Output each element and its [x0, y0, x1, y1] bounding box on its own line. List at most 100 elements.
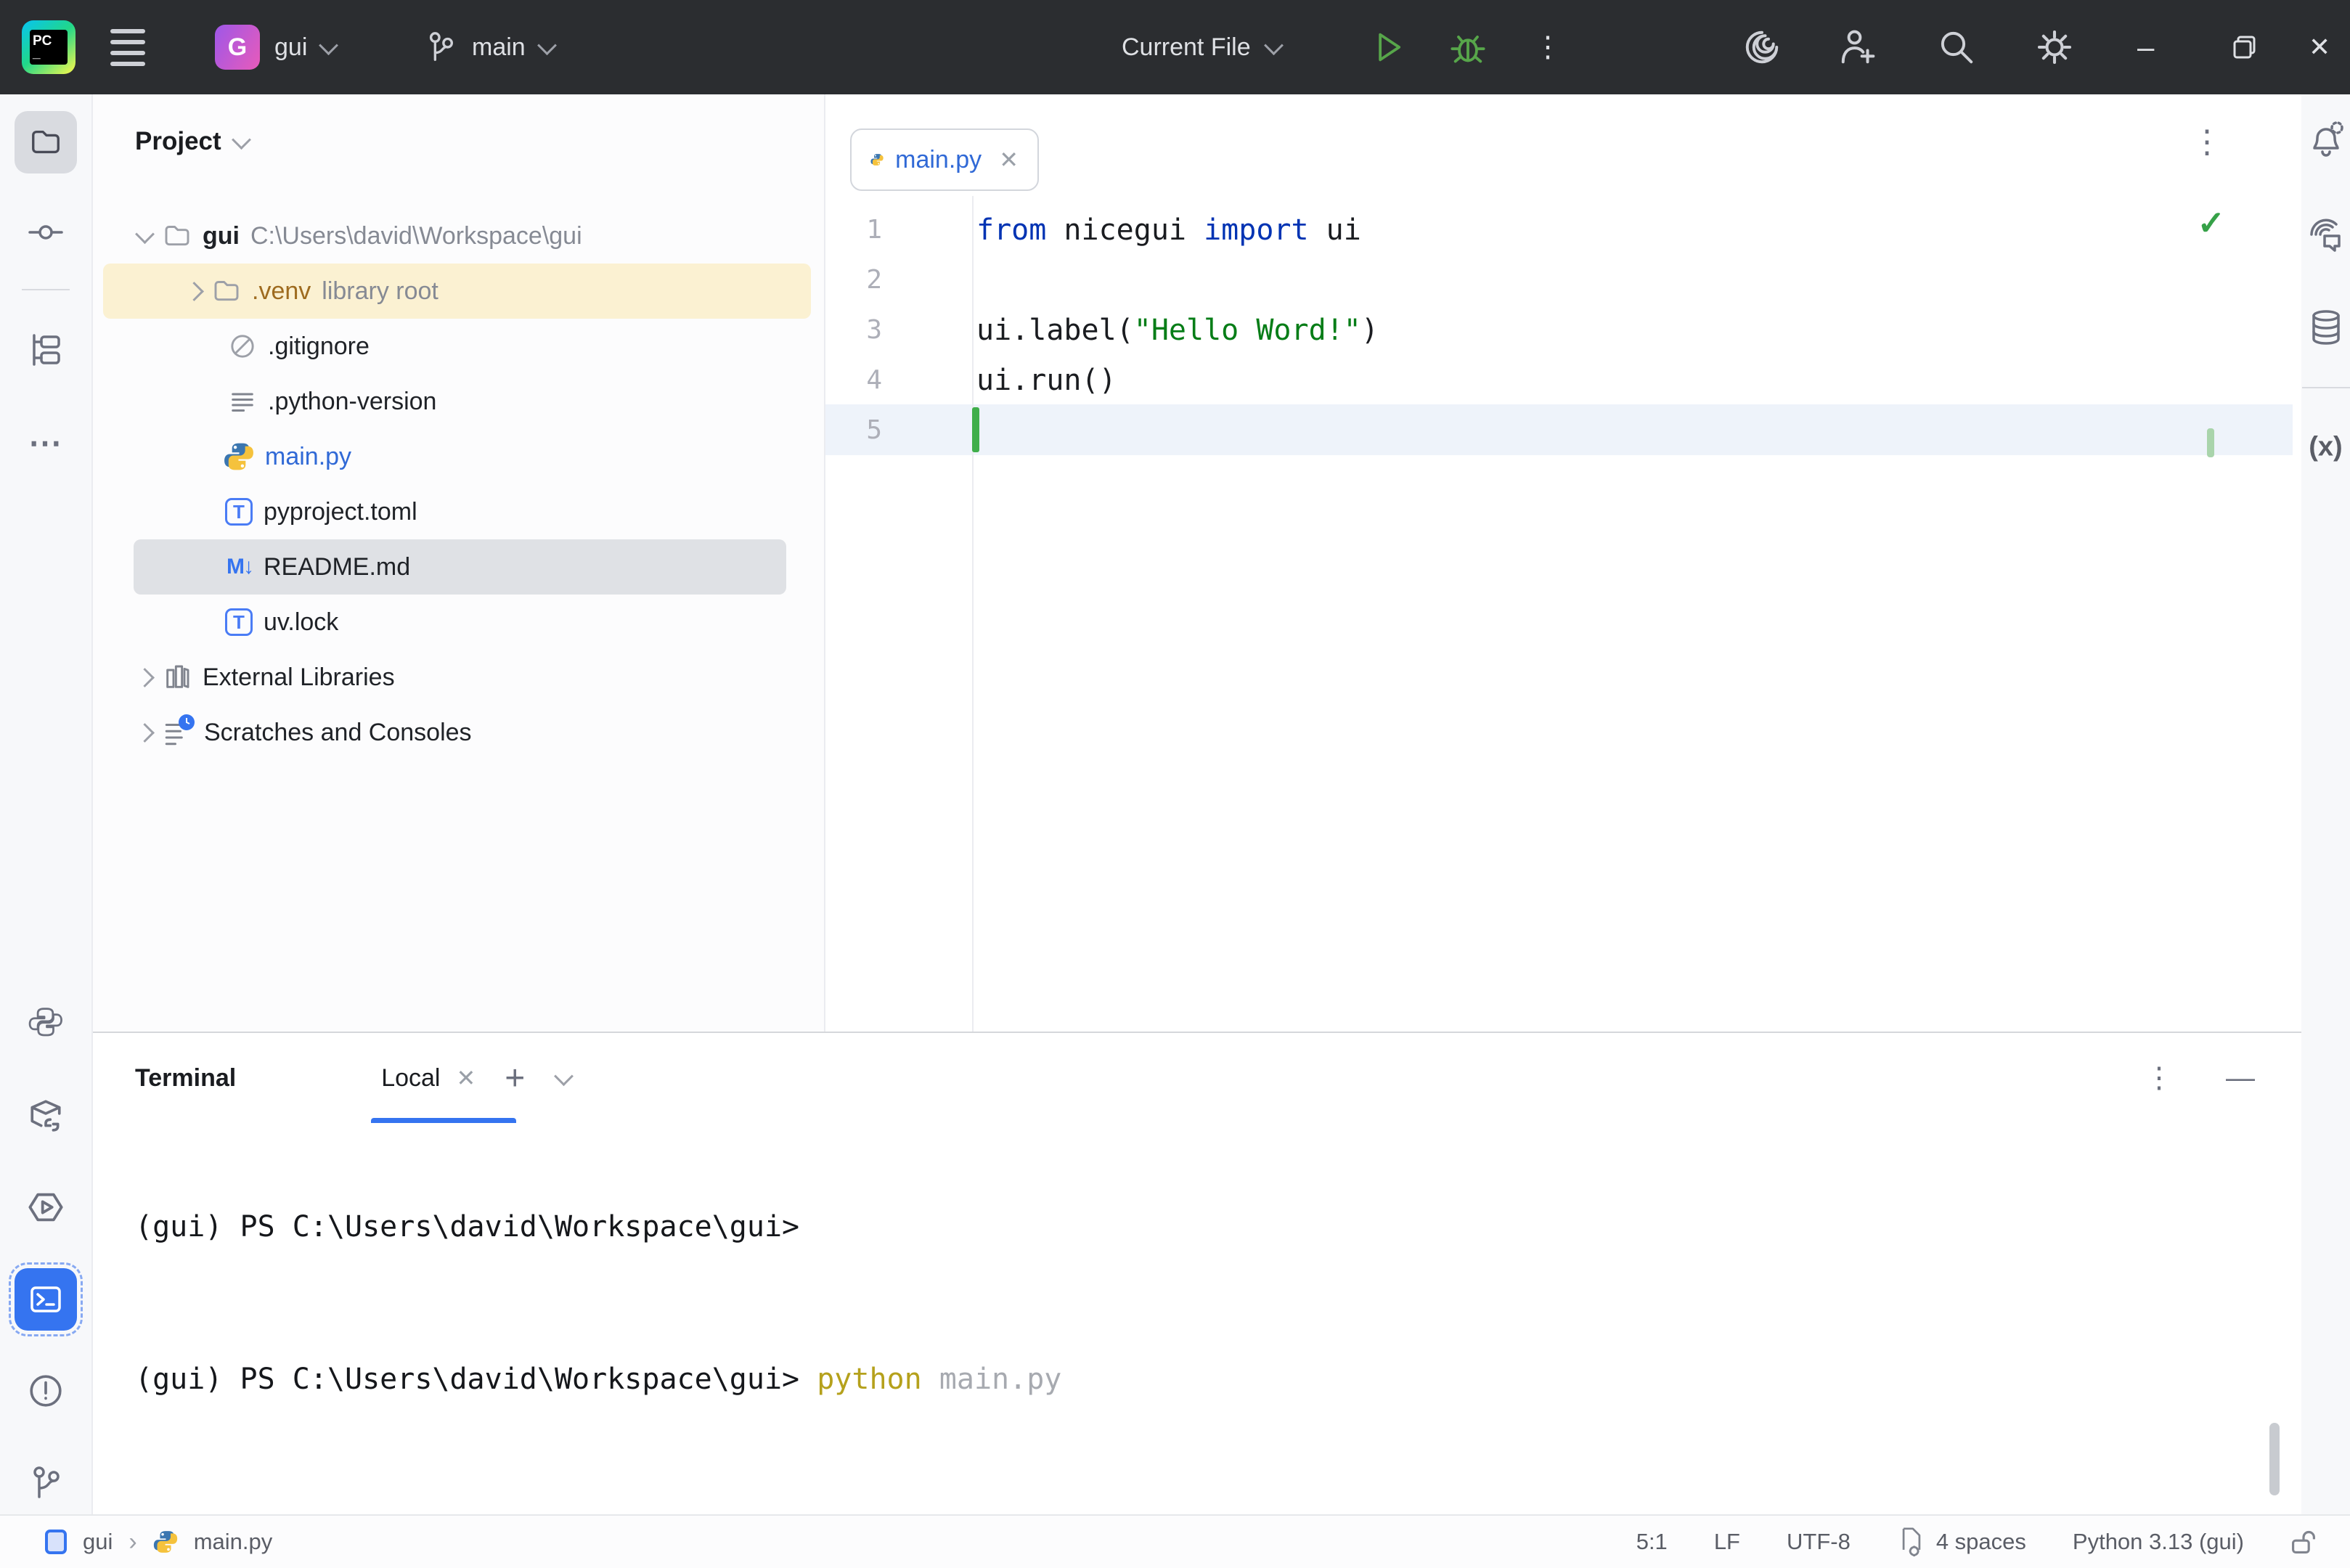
code-line: 2	[825, 255, 2301, 305]
project-avatar: G	[215, 25, 260, 70]
services-toolwindow-button[interactable]	[27, 1188, 65, 1226]
commit-toolwindow-button[interactable]	[28, 215, 63, 250]
unlock-icon[interactable]	[2290, 1527, 2317, 1556]
pycharm-logo-icon[interactable]: PC_	[22, 0, 76, 94]
ai-assistant-button[interactable]	[1742, 0, 1782, 94]
new-terminal-button[interactable]: +	[505, 1058, 525, 1098]
database-button[interactable]	[2308, 309, 2344, 346]
tree-item-label: Scratches and Consoles	[204, 719, 472, 747]
breadcrumb-file[interactable]: main.py	[194, 1529, 273, 1555]
tree-item-gui-root[interactable]: gui C:\Users\david\Workspace\gui	[93, 208, 824, 264]
text-file-icon: T	[225, 608, 253, 636]
ai-spiral-icon	[1742, 28, 1782, 67]
terminal-scrollbar[interactable]	[2269, 1423, 2280, 1495]
indent-widget[interactable]: 4 spaces	[1897, 1526, 2026, 1558]
debug-button[interactable]	[1449, 0, 1487, 94]
chevron-down-icon	[135, 224, 155, 244]
line-number: 5	[825, 415, 882, 445]
gear-icon	[2034, 27, 2075, 68]
main-menu-button[interactable]	[110, 0, 145, 94]
terminal-header: Terminal Local ✕ + ⋮ —	[93, 1033, 2301, 1123]
chevron-down-icon	[537, 36, 557, 55]
project-name: gui	[274, 33, 307, 62]
tree-item-python-version[interactable]: .python-version	[93, 374, 824, 429]
variables-button[interactable]: (x)	[2309, 432, 2342, 463]
terminal-toolwindow-button[interactable]	[15, 1268, 77, 1331]
editor-tab-main-py[interactable]: main.py ✕	[850, 128, 1039, 191]
breadcrumb-separator: ›	[128, 1528, 136, 1556]
tree-item-label: README.md	[264, 553, 410, 581]
settings-button[interactable]	[2034, 0, 2075, 94]
tab-close-icon[interactable]: ✕	[456, 1064, 476, 1092]
line-number: 2	[825, 265, 882, 295]
tree-item-pyproject[interactable]: T pyproject.toml	[93, 484, 824, 539]
tree-item-venv[interactable]: .venv library root	[103, 264, 811, 319]
code-area[interactable]: 1 from nicegui import ui 2 3 ui.label("H…	[825, 205, 2301, 455]
restore-button[interactable]	[2230, 0, 2259, 94]
python-console-icon	[28, 1005, 63, 1040]
more-actions-button[interactable]: ⋮	[1533, 0, 1562, 94]
line-separator-widget[interactable]: LF	[1714, 1529, 1740, 1555]
git-branch-icon	[28, 1465, 63, 1500]
toml-file-icon: T	[225, 498, 253, 526]
tree-item-label: .venv	[252, 277, 311, 306]
caret-position-widget[interactable]: 5:1	[1636, 1529, 1668, 1555]
chevron-down-icon	[319, 36, 338, 55]
title-bar: PC_ G gui main Current File	[0, 0, 2350, 94]
chevron-down-icon	[232, 130, 251, 150]
tree-item-external-libraries[interactable]: External Libraries	[93, 650, 824, 705]
encoding-widget[interactable]: UTF-8	[1787, 1529, 1851, 1555]
python-file-icon	[870, 146, 884, 173]
hamburger-icon	[110, 29, 145, 66]
folder-icon	[163, 221, 192, 250]
ai-chat-icon	[2307, 216, 2345, 253]
interpreter-widget[interactable]: Python 3.13 (gui)	[2073, 1529, 2244, 1555]
editor-caret	[972, 407, 979, 452]
tree-item-uv-lock[interactable]: T uv.lock	[93, 595, 824, 650]
python-console-button[interactable]	[28, 1005, 63, 1040]
minimize-button[interactable]: –	[2137, 0, 2154, 94]
code-line: 5	[825, 405, 2301, 455]
terminal-title: Terminal	[135, 1064, 236, 1093]
vcs-branch-widget[interactable]: main	[424, 0, 554, 94]
tree-item-scratches[interactable]: Scratches and Consoles	[93, 705, 824, 760]
terminal-options-button[interactable]: ⋮	[2145, 1061, 2174, 1095]
tree-item-main-py[interactable]: main.py	[93, 429, 824, 484]
code-with-me-button[interactable]	[1838, 0, 1877, 94]
python-packages-button[interactable]	[28, 1097, 64, 1133]
project-toolwindow-button[interactable]	[15, 111, 77, 173]
more-toolwindows-button[interactable]: ⋯	[28, 423, 63, 462]
chevron-right-icon	[135, 668, 155, 687]
run-button[interactable]	[1369, 0, 1407, 94]
notifications-button[interactable]	[2307, 121, 2345, 158]
project-widget[interactable]: G gui	[215, 0, 335, 94]
tree-item-gitignore[interactable]: .gitignore	[93, 319, 824, 374]
tab-close-icon[interactable]: ✕	[999, 146, 1019, 173]
tree-item-path: C:\Users\david\Workspace\gui	[250, 222, 582, 250]
tree-item-readme[interactable]: M↓ README.md	[134, 539, 786, 595]
search-everywhere-button[interactable]	[1937, 0, 1976, 94]
package-icon	[28, 1097, 64, 1133]
line-number: 1	[825, 215, 882, 245]
editor-more-options[interactable]: ⋮	[2191, 123, 2223, 160]
problems-icon	[28, 1373, 64, 1409]
terminal-tab-local[interactable]: Local ✕	[381, 1033, 476, 1123]
breadcrumb-project[interactable]: gui	[83, 1529, 113, 1555]
tree-item-label: pyproject.toml	[264, 498, 417, 526]
ai-chat-button[interactable]	[2307, 216, 2345, 253]
services-icon	[27, 1188, 65, 1226]
tree-item-label: uv.lock	[264, 608, 338, 637]
problems-toolwindow-button[interactable]	[28, 1373, 64, 1409]
chevron-right-icon	[135, 723, 155, 743]
close-button[interactable]: ✕	[2309, 0, 2330, 94]
hide-terminal-button[interactable]: —	[2226, 1062, 2255, 1095]
code-line: 4 ui.run()	[825, 355, 2301, 405]
structure-icon	[28, 332, 63, 367]
run-configuration-selector[interactable]: Current File	[1122, 0, 1281, 94]
version-control-button[interactable]	[28, 1465, 63, 1500]
indent-file-icon	[1897, 1526, 1926, 1558]
terminal-output[interactable]: (gui) PS C:\Users\david\Workspace\gui> (…	[93, 1124, 2301, 1516]
project-panel-header[interactable]: Project	[135, 127, 248, 156]
structure-toolwindow-button[interactable]	[28, 332, 63, 367]
chevron-down-icon[interactable]	[554, 1066, 574, 1086]
